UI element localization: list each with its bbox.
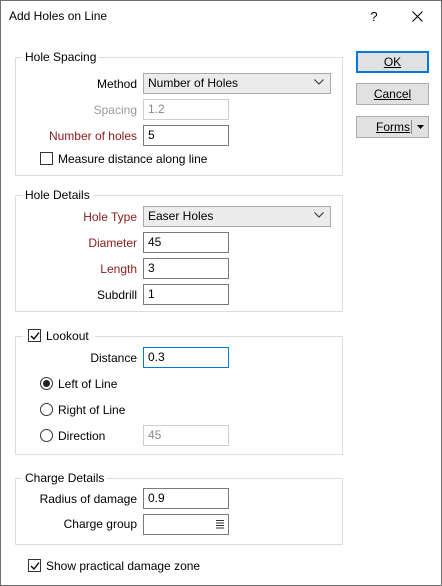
num-holes-input[interactable]: 5 [143, 125, 229, 146]
hole-type-select[interactable]: Easer Holes [143, 206, 331, 227]
subdrill-label: Subdrill [96, 288, 137, 302]
cancel-button-label: Cancel [373, 87, 412, 101]
method-select[interactable]: Number of Holes [143, 73, 331, 94]
forms-button[interactable]: Forms [356, 116, 429, 138]
lookout-checkbox[interactable] [28, 329, 41, 342]
checkmark-icon [30, 332, 40, 341]
left-of-line-radio[interactable] [40, 377, 53, 390]
diameter-label: Diameter [88, 236, 137, 250]
forms-separator [411, 120, 412, 134]
method-label: Method [96, 77, 137, 91]
radio-selected-dot [43, 380, 50, 387]
measure-along-line-label: Measure distance along line [58, 152, 208, 166]
dialog-window: Add Holes on Line ? OK Cancel Forms Hole… [0, 0, 442, 586]
charge-group-label: Charge group [63, 517, 137, 531]
list-icon[interactable] [216, 519, 224, 529]
right-of-line-label: Right of Line [58, 403, 126, 417]
direction-radio[interactable] [40, 429, 53, 442]
hole-spacing-title: Hole Spacing [22, 50, 100, 64]
distance-label: Distance [90, 351, 137, 365]
close-icon [412, 11, 423, 22]
show-damage-zone-checkbox[interactable] [28, 559, 41, 572]
direction-input[interactable]: 45 [143, 425, 229, 446]
hole-type-value: Easer Holes [148, 209, 214, 223]
ok-button-label: OK [383, 55, 402, 69]
length-input[interactable]: 3 [143, 258, 229, 279]
distance-input[interactable]: 0.3 [143, 347, 229, 368]
chevron-down-icon [314, 79, 324, 85]
charge-details-title: Charge Details [22, 471, 108, 485]
help-button[interactable]: ? [351, 1, 397, 32]
forms-button-label: Forms [376, 120, 410, 134]
num-holes-label: Number of holes [48, 129, 137, 143]
ok-button[interactable]: OK [356, 51, 429, 73]
radius-of-damage-label: Radius of damage [39, 492, 137, 506]
chevron-down-icon [314, 212, 324, 218]
left-of-line-label: Left of Line [58, 377, 118, 391]
length-label: Length [100, 262, 137, 276]
direction-label: Direction [58, 429, 106, 443]
measure-along-line-checkbox[interactable] [40, 152, 53, 165]
dropdown-arrow-icon[interactable] [417, 125, 424, 129]
spacing-input[interactable]: 1.2 [143, 99, 229, 120]
diameter-input[interactable]: 45 [143, 232, 229, 253]
charge-group-input[interactable] [143, 514, 229, 535]
method-value: Number of Holes [148, 76, 239, 90]
window-title: Add Holes on Line [9, 9, 108, 23]
spacing-label: Spacing [93, 103, 137, 117]
cancel-button[interactable]: Cancel [356, 83, 429, 105]
title-bar: Add Holes on Line ? [1, 1, 441, 32]
right-of-line-radio[interactable] [40, 403, 53, 416]
subdrill-input[interactable]: 1 [143, 284, 229, 305]
close-button[interactable] [396, 1, 441, 32]
hole-type-label: Hole Type [83, 210, 137, 224]
radius-of-damage-input[interactable]: 0.9 [143, 488, 229, 509]
show-damage-zone-label: Show practical damage zone [46, 559, 201, 573]
checkmark-icon [30, 562, 40, 571]
lookout-title: Lookout [46, 329, 89, 343]
hole-details-title: Hole Details [22, 188, 93, 202]
